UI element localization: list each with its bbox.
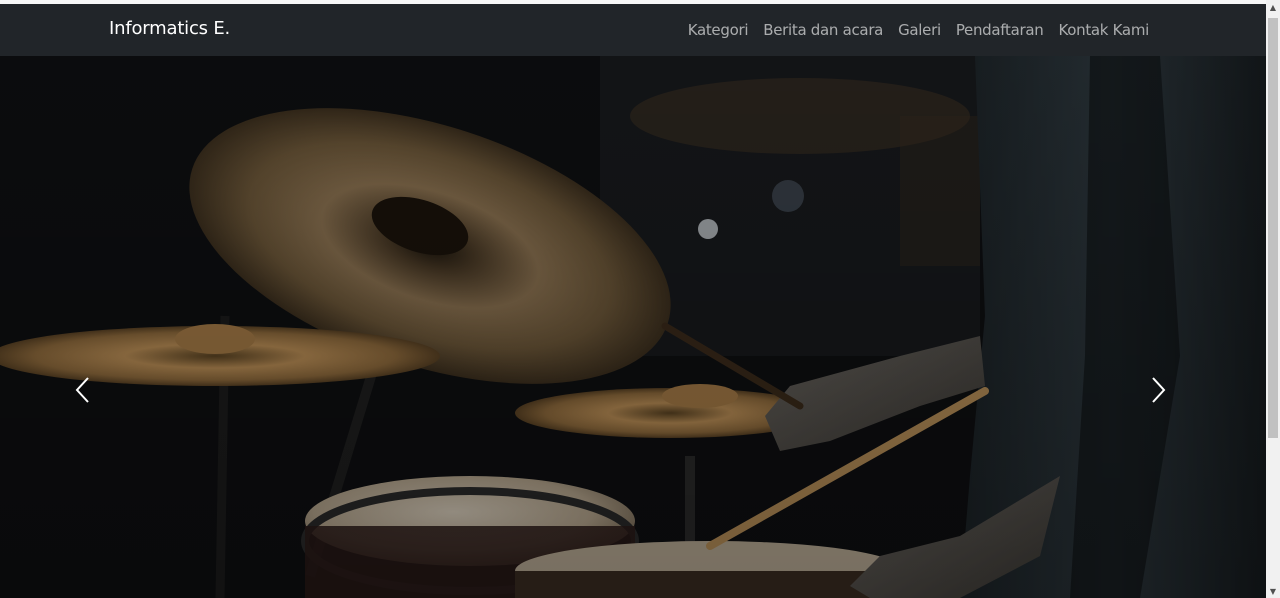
brand-logo-text[interactable]: Informatics E. <box>109 18 230 39</box>
scroll-down-arrow-icon[interactable]: ▼ <box>1266 584 1280 598</box>
carousel-prev-button[interactable] <box>75 376 115 428</box>
navbar: Informatics E. Kategori Berita dan acara… <box>0 4 1266 56</box>
nav-link-pendaftaran[interactable]: Pendaftaran <box>956 21 1044 39</box>
page-scrollbar[interactable]: ▲ ▼ <box>1266 0 1280 598</box>
hero-image-drummer <box>0 56 1266 598</box>
nav-link-kontak-kami[interactable]: Kontak Kami <box>1058 21 1149 39</box>
nav-link-kategori[interactable]: Kategori <box>688 21 749 39</box>
scrollbar-thumb[interactable] <box>1268 18 1278 438</box>
chevron-left-icon <box>75 377 89 403</box>
nav-links: Kategori Berita dan acara Galeri Pendaft… <box>688 21 1150 39</box>
carousel-next-button[interactable] <box>1150 376 1190 428</box>
chevron-right-icon <box>1152 377 1166 403</box>
hero-carousel <box>0 56 1266 598</box>
nav-link-galeri[interactable]: Galeri <box>898 21 941 39</box>
scroll-up-arrow-icon[interactable]: ▲ <box>1266 0 1280 14</box>
nav-link-berita-dan-acara[interactable]: Berita dan acara <box>763 21 883 39</box>
